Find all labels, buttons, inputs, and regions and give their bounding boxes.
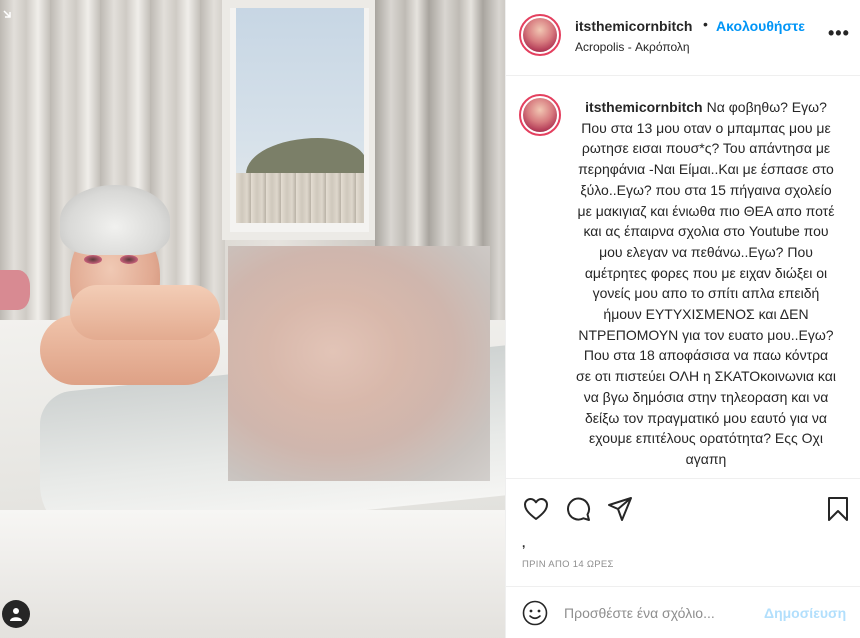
follow-button[interactable]: Ακολουθήστε bbox=[716, 18, 805, 34]
carousel-arrow-icon bbox=[2, 6, 12, 22]
post-side-panel: itsthemicornbitch • Ακολουθήστε Acropoli… bbox=[505, 0, 860, 638]
photo-city bbox=[236, 173, 364, 223]
likes-count[interactable]: , bbox=[522, 536, 525, 550]
separator-dot: • bbox=[703, 16, 708, 32]
photo-towel bbox=[0, 270, 30, 310]
avatar[interactable] bbox=[519, 14, 561, 56]
comment-icon[interactable] bbox=[564, 495, 592, 523]
censor-blur bbox=[228, 246, 490, 481]
user-tag-icon[interactable] bbox=[2, 600, 30, 628]
caption-avatar[interactable] bbox=[519, 94, 561, 136]
bookmark-icon[interactable] bbox=[824, 495, 852, 523]
action-bar bbox=[506, 478, 860, 538]
add-comment-bar: Δημοσίευση bbox=[506, 586, 860, 638]
photo-window bbox=[222, 0, 377, 240]
caption: itsthemicornbitch Να φοβηθω? Εγω? Που στα… bbox=[575, 97, 837, 470]
more-options-icon[interactable]: ••• bbox=[828, 23, 850, 44]
post-timestamp[interactable]: ΠΡΙΝ ΑΠΟ 14 ΩΡΕΣ bbox=[522, 559, 614, 570]
photo-person bbox=[40, 185, 230, 425]
location-link[interactable]: Acropolis - Ακρόπολη bbox=[575, 40, 690, 54]
caption-text: Να φοβηθω? Εγω? Που στα 13 μου οταν ο μπ… bbox=[576, 99, 836, 467]
publish-button[interactable]: Δημοσίευση bbox=[764, 605, 846, 621]
comment-input[interactable] bbox=[564, 602, 764, 624]
share-icon[interactable] bbox=[606, 495, 634, 523]
post-photo[interactable] bbox=[0, 0, 505, 638]
emoji-icon[interactable] bbox=[522, 600, 548, 626]
post-header: itsthemicornbitch • Ακολουθήστε Acropoli… bbox=[506, 0, 860, 76]
caption-username[interactable]: itsthemicornbitch bbox=[585, 99, 702, 115]
comments-area[interactable]: itsthemicornbitch Να φοβηθω? Εγω? Που στα… bbox=[506, 77, 860, 477]
heart-icon[interactable] bbox=[522, 495, 550, 523]
header-username[interactable]: itsthemicornbitch bbox=[575, 18, 692, 34]
